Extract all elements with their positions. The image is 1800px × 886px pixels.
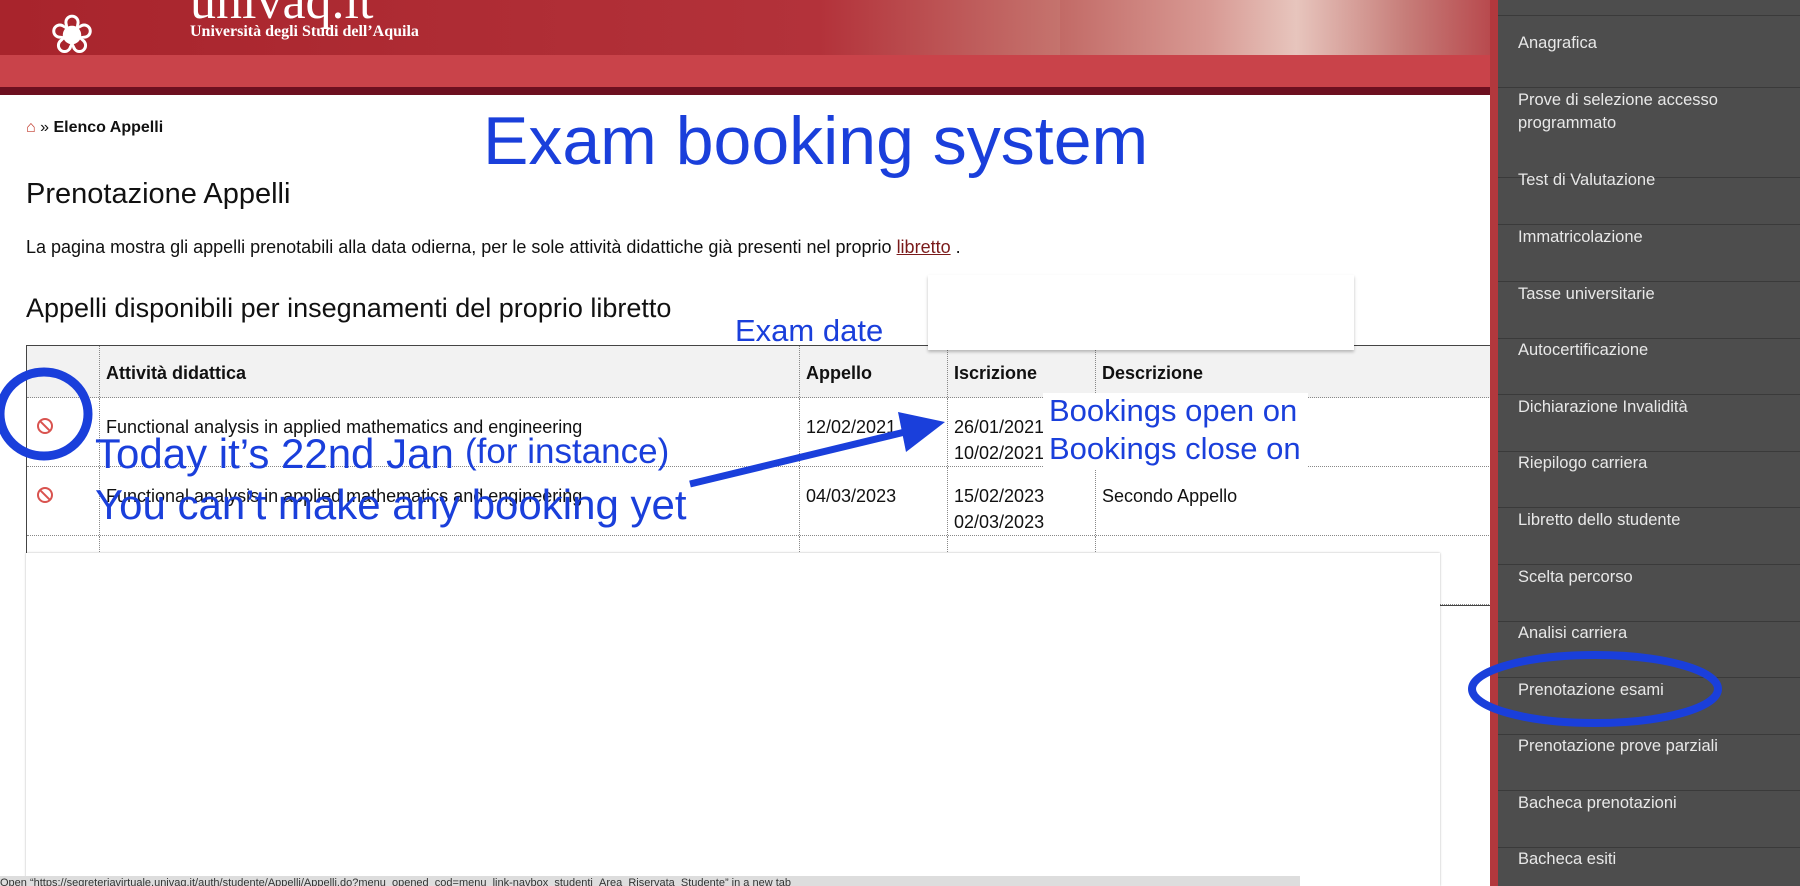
header-photo xyxy=(1060,0,1490,55)
sidebar-item-anagrafica[interactable]: Anagrafica xyxy=(1498,32,1800,88)
popup-overlay xyxy=(928,275,1354,350)
sidebar-item-tasse[interactable]: Tasse universitarie xyxy=(1498,283,1800,339)
intro-text: La pagina mostra gli appelli prenotabili… xyxy=(26,237,961,258)
header-band-dark xyxy=(0,87,1490,95)
appello-cell: 12/02/2021 xyxy=(799,398,947,466)
annotation-bookings-close: Bookings close on xyxy=(1049,431,1301,466)
booking-unavailable-icon xyxy=(37,487,53,503)
sidebar-item-analisi-carriera[interactable]: Analisi carriera xyxy=(1498,622,1800,678)
sidebar-item-riepilogo[interactable]: Riepilogo carriera xyxy=(1498,452,1800,508)
browser-status-bar: Open “https://segreteriavirtuale.univaq.… xyxy=(0,876,1300,886)
annotation-title: Exam booking system xyxy=(483,103,1149,179)
header-descrizione: Descrizione xyxy=(1095,346,1491,397)
sidebar-item-immatricolazione[interactable]: Immatricolazione xyxy=(1498,226,1800,282)
descrizione-cell: Secondo Appello xyxy=(1095,467,1491,535)
header-activity: Attività didattica xyxy=(99,346,799,397)
annotation-for-instance: (for instance) xyxy=(465,432,670,471)
sidebar-item-bacheca-esiti[interactable]: Bacheca esiti xyxy=(1498,848,1800,886)
sidebar-item-libretto[interactable]: Libretto dello studente xyxy=(1498,509,1800,565)
sidebar-item-autocertificazione[interactable]: Autocertificazione xyxy=(1498,339,1800,395)
sidebar-item-invalidita[interactable]: Dichiarazione Invalidità xyxy=(1498,396,1800,452)
university-crest-icon[interactable]: ❀ xyxy=(36,0,108,80)
header-status xyxy=(27,346,99,397)
blank-overlay xyxy=(26,553,1440,886)
home-icon[interactable]: ⌂ xyxy=(26,119,36,136)
appello-cell: 04/03/2023 xyxy=(799,467,947,535)
header-band xyxy=(0,55,1490,87)
brand-subtitle: Università degli Studi dell’Aquila xyxy=(190,23,419,40)
breadcrumb-separator: » xyxy=(40,119,50,136)
libretto-link[interactable]: libretto xyxy=(897,237,951,257)
status-cell xyxy=(27,398,99,466)
annotation-exam-date: Exam date xyxy=(735,313,884,348)
annotation-bookings-open: Bookings open on xyxy=(1049,393,1298,428)
annotation-cant-book: You can’t make any booking yet xyxy=(95,481,687,528)
intro-body: La pagina mostra gli appelli prenotabili… xyxy=(26,237,892,257)
table-header: Attività didattica Appello Iscrizione De… xyxy=(27,346,1491,398)
sidebar-menu: Anagrafica Prove di selezione accesso pr… xyxy=(1490,0,1800,886)
annotation-today: Today it’s 22nd Jan xyxy=(95,430,454,477)
status-cell xyxy=(27,467,99,535)
sidebar-item-prenotazione-esami[interactable]: Prenotazione esami xyxy=(1498,679,1800,735)
sidebar-item-bacheca-prenotazioni[interactable]: Bacheca prenotazioni xyxy=(1498,792,1800,848)
sidebar-item-test-valutazione[interactable]: Test di Valutazione xyxy=(1498,169,1800,225)
header-iscrizione: Iscrizione xyxy=(947,346,1095,397)
iscrizione-close: 02/03/2023 xyxy=(954,512,1045,532)
booking-unavailable-icon xyxy=(37,418,53,434)
intro-end: . xyxy=(955,237,961,257)
page-title: Prenotazione Appelli xyxy=(26,178,291,210)
header-appello: Appello xyxy=(799,346,947,397)
sidebar-item-prove-selezione[interactable]: Prove di selezione accesso programmato xyxy=(1498,89,1800,178)
sidebar-item-scelta-percorso[interactable]: Scelta percorso xyxy=(1498,566,1800,622)
breadcrumb-current: Elenco Appelli xyxy=(53,119,164,136)
iscrizione-open: 15/02/2023 xyxy=(954,486,1045,506)
sidebar-item-top xyxy=(1498,0,1800,16)
sidebar-item-prove-parziali[interactable]: Prenotazione prove parziali xyxy=(1498,735,1800,791)
breadcrumb: ⌂ » Elenco Appelli xyxy=(26,119,163,137)
site-header: ❀ univaq.it Università degli Studi dell’… xyxy=(0,0,1490,95)
iscrizione-cell: 15/02/2023 02/03/2023 xyxy=(947,467,1095,535)
section-title: Appelli disponibili per insegnamenti del… xyxy=(26,293,672,323)
